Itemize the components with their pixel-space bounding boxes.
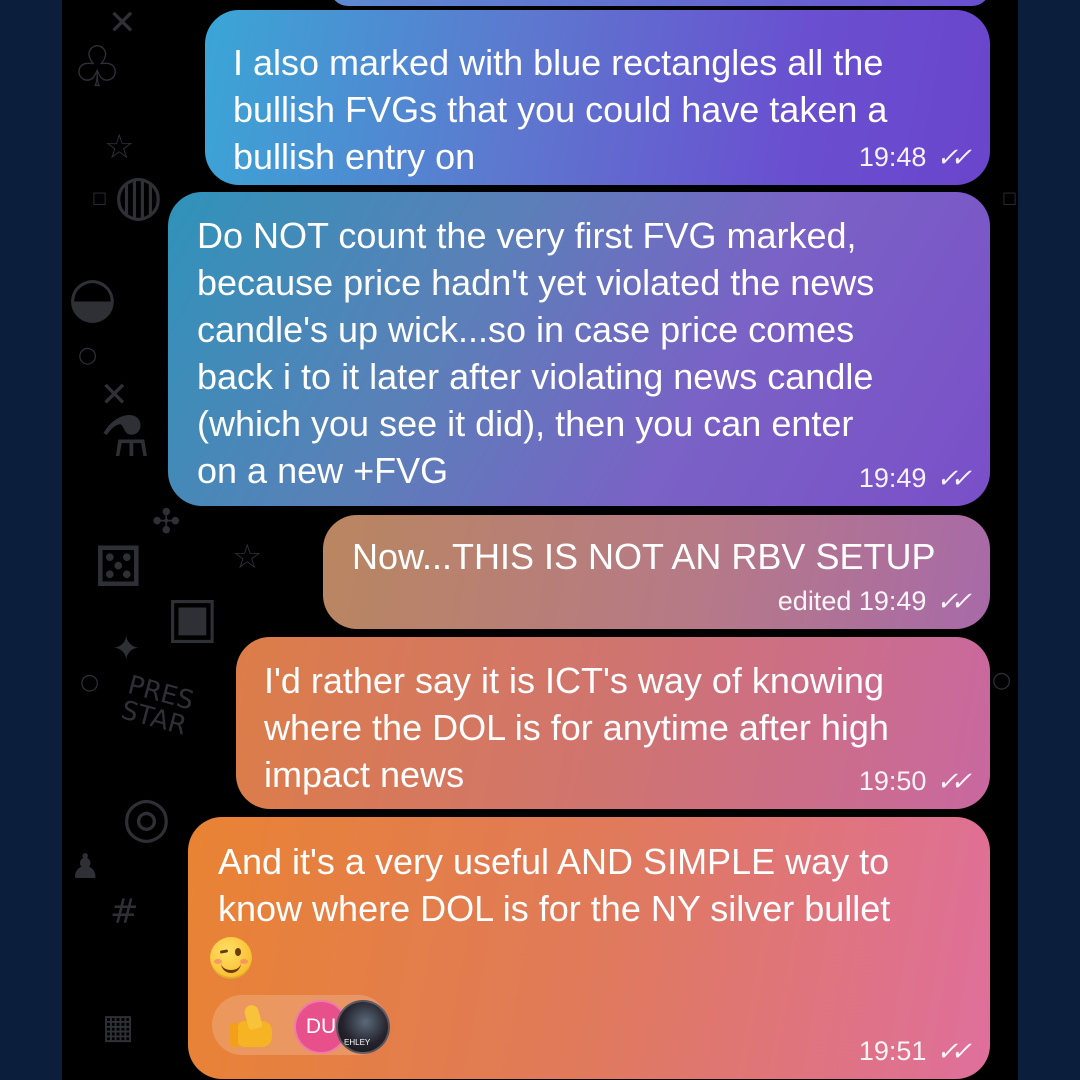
double-check-icon: ✓✓: [936, 1036, 971, 1066]
avatar-label: EHLEY: [344, 1038, 371, 1047]
message-text: Now...THIS IS NOT AN RBV SETUP: [352, 536, 936, 577]
message-time: 19:48: [858, 142, 927, 172]
message-meta: 19:48 ✓✓: [859, 142, 972, 173]
clover-doodle-icon: ♧: [72, 35, 123, 100]
message-bubble[interactable]: Now...THIS IS NOT AN RBV SETUP edited 19…: [323, 515, 990, 629]
message-meta: 19:51 ✓✓: [859, 1036, 972, 1067]
circle-doodle-icon-2: ○: [80, 670, 100, 695]
message-time: 19:49: [858, 463, 927, 493]
circle-doodle-icon-3: ○: [992, 668, 1012, 693]
potion-doodle-icon: ⚗: [100, 405, 151, 470]
target-doodle-icon: ◎: [122, 785, 171, 850]
floppy-disk-doodle-icon: ▣: [166, 585, 219, 650]
star-doodle-icon-2: ☆: [232, 537, 263, 577]
press-start-doodle-icon: PRES STAR: [117, 670, 197, 742]
double-check-icon: ✓✓: [936, 766, 971, 796]
double-check-icon: ✓✓: [936, 463, 971, 493]
square-doodle-icon: □: [92, 188, 108, 207]
double-check-icon: ✓✓: [936, 142, 971, 172]
message-time: edited 19:49: [777, 586, 927, 616]
message-bubble[interactable]: Do NOT count the very first FVG marked, …: [168, 192, 990, 506]
message-text: And it's a very useful AND SIMPLE way to…: [218, 841, 891, 929]
pawn-doodle-icon: ♟: [70, 847, 101, 887]
cheese-doodle-icon: ◒: [68, 265, 117, 330]
avatar[interactable]: EHLEY: [336, 1000, 390, 1054]
dice-doodle-icon: ⚄: [94, 535, 143, 600]
message-text: I'd rather say it is ICT's way of knowin…: [264, 660, 889, 795]
star-doodle-icon: ☆: [104, 127, 135, 167]
reaction-pill[interactable]: DU EHLEY: [212, 995, 390, 1055]
message-time: 19:50: [858, 766, 927, 796]
square-doodle-icon-2: □: [1002, 188, 1018, 207]
message-text: Do NOT count the very first FVG marked, …: [197, 215, 875, 491]
sparkle-doodle-icon: ✦: [112, 629, 141, 669]
message-meta: 19:50 ✓✓: [859, 766, 972, 797]
message-meta: 19:49 ✓✓: [859, 463, 972, 494]
message-bubble[interactable]: And it's a very useful AND SIMPLE way to…: [188, 817, 990, 1079]
circle-doodle-icon: ○: [78, 343, 98, 368]
previous-message-edge: [330, 0, 990, 6]
puzzle-doodle-icon: ✣: [152, 502, 181, 542]
message-meta: edited 19:49 ✓✓: [778, 586, 972, 617]
message-time: 19:51: [858, 1036, 927, 1066]
tic-tac-toe-doodle-icon: #: [110, 892, 139, 932]
thumbs-up-icon: [230, 1003, 278, 1047]
ball-doodle-icon: ◍: [114, 163, 163, 228]
message-bubble[interactable]: I'd rather say it is ICT's way of knowin…: [236, 637, 990, 809]
double-check-icon: ✓✓: [936, 586, 971, 616]
message-text: I also marked with blue rectangles all t…: [233, 42, 888, 177]
blocks-doodle-icon: ▦: [102, 1007, 135, 1047]
winking-face-icon: [210, 937, 252, 979]
message-bubble[interactable]: I also marked with blue rectangles all t…: [205, 10, 990, 185]
